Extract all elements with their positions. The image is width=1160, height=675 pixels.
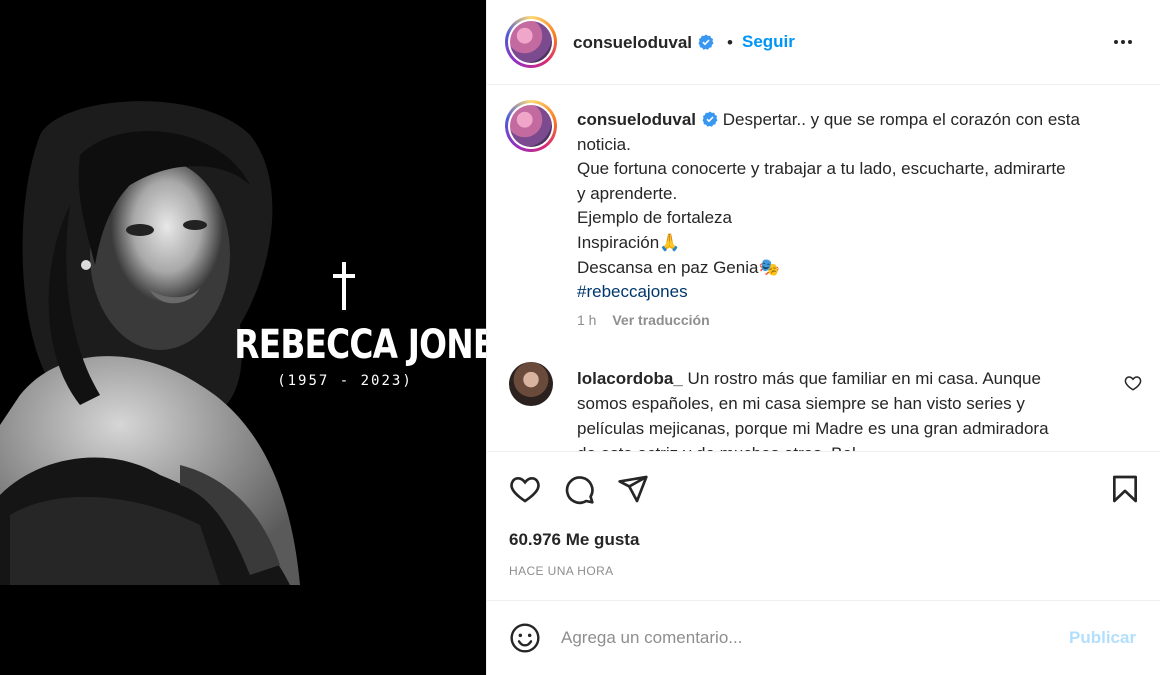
hashtag-link[interactable]: #rebeccajones	[577, 280, 1137, 305]
emoji-icon[interactable]	[509, 622, 541, 654]
caption-time: 1 h	[577, 312, 597, 328]
post-header: consueloduval • Seguir	[487, 0, 1160, 85]
add-comment-bar: Publicar	[487, 601, 1160, 675]
caption-line: y aprenderte.	[577, 183, 678, 203]
follow-button[interactable]: Seguir	[742, 32, 795, 52]
comments-scroll-area[interactable]: consueloduval Despertar.. y que se rompa…	[487, 86, 1160, 451]
translate-button[interactable]: Ver traducción	[612, 312, 709, 328]
comment-text: lolacordoba_ Un rostro más que familiar …	[577, 366, 1107, 451]
comment-line: somos españoles, en mi casa siempre se h…	[577, 394, 1025, 413]
verified-badge-icon	[702, 111, 718, 127]
more-options-icon[interactable]	[1111, 30, 1135, 54]
commenter-avatar[interactable]	[509, 362, 553, 406]
comment-input[interactable]	[561, 623, 1031, 653]
verified-badge-icon	[698, 34, 714, 50]
caption-line: Que fortuna conocerte y trabajar a tu la…	[577, 159, 1066, 179]
image-bottom-strip	[0, 585, 486, 675]
author-username-row: consueloduval	[573, 33, 714, 53]
publish-button[interactable]: Publicar	[1069, 628, 1136, 648]
caption-author-avatar[interactable]	[505, 100, 557, 152]
memorial-name: REBECCA JONES	[234, 322, 486, 368]
commenter-username[interactable]: lolacordoba_	[577, 369, 683, 388]
share-icon[interactable]	[617, 473, 649, 505]
bookmark-icon[interactable]	[1109, 473, 1141, 505]
comment-line: de esta actriz y de muchas otras. Bel...	[577, 441, 1107, 451]
author-username[interactable]: consueloduval	[573, 33, 692, 52]
post-side-panel: consueloduval • Seguir consueloduval Des…	[486, 0, 1160, 675]
cross-icon	[333, 262, 355, 310]
post-image[interactable]: REBECCA JONES (1957 - 2023)	[0, 0, 486, 675]
caption-line: noticia.	[577, 134, 631, 154]
comment-icon[interactable]	[563, 473, 595, 505]
comment-line: películas mejicanas, porque mi Madre es …	[577, 419, 1049, 438]
caption-username[interactable]: consueloduval	[577, 110, 696, 129]
heart-icon[interactable]	[509, 473, 541, 505]
caption-line: Ejemplo de fortaleza	[577, 208, 732, 228]
post-actions: 60.976 Me gusta HACE UNA HORA	[487, 451, 1160, 601]
caption-text: consueloduval Despertar.. y que se rompa…	[577, 108, 1137, 305]
comment-line: Un rostro más que familiar en mi casa. A…	[687, 369, 1041, 388]
likes-count[interactable]: 60.976 Me gusta	[509, 530, 639, 550]
caption-line: Despertar.. y que se rompa el corazón co…	[722, 110, 1080, 129]
separator-dot: •	[727, 33, 733, 52]
caption-meta: 1 h Ver traducción	[577, 312, 710, 328]
memorial-years: (1957 - 2023)	[277, 373, 413, 389]
caption-line: Inspiración🙏	[577, 232, 681, 252]
caption-line: Descansa en paz Genia🎭	[577, 257, 780, 277]
post-timestamp[interactable]: HACE UNA HORA	[509, 564, 614, 578]
comment-heart-icon[interactable]	[1124, 374, 1142, 392]
author-avatar[interactable]	[505, 16, 557, 68]
